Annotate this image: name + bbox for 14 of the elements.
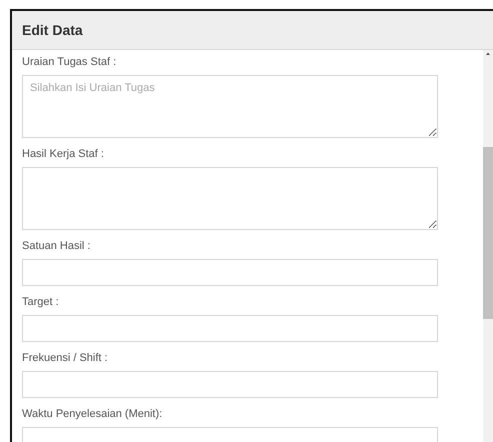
input-field[interactable] — [22, 371, 438, 398]
dialog-title: Edit Data — [22, 22, 83, 38]
field-label: Satuan Hasil : — [22, 240, 90, 252]
text-area[interactable] — [22, 167, 438, 230]
input-field[interactable] — [22, 315, 438, 342]
field-label: Uraian Tugas Staf : — [22, 56, 116, 68]
field-label: Target : — [22, 296, 59, 308]
text-area[interactable]: Silahkan Isi Uraian Tugas — [22, 75, 438, 138]
field-label: Hasil Kerja Staf : — [22, 148, 104, 160]
field-label: Waktu Penyelesaian (Menit): — [22, 408, 162, 420]
field-label: Frekuensi / Shift : — [22, 352, 108, 364]
scrollbar[interactable] — [483, 50, 493, 442]
scroll-thumb[interactable] — [483, 147, 493, 319]
input-field[interactable] — [22, 259, 438, 286]
